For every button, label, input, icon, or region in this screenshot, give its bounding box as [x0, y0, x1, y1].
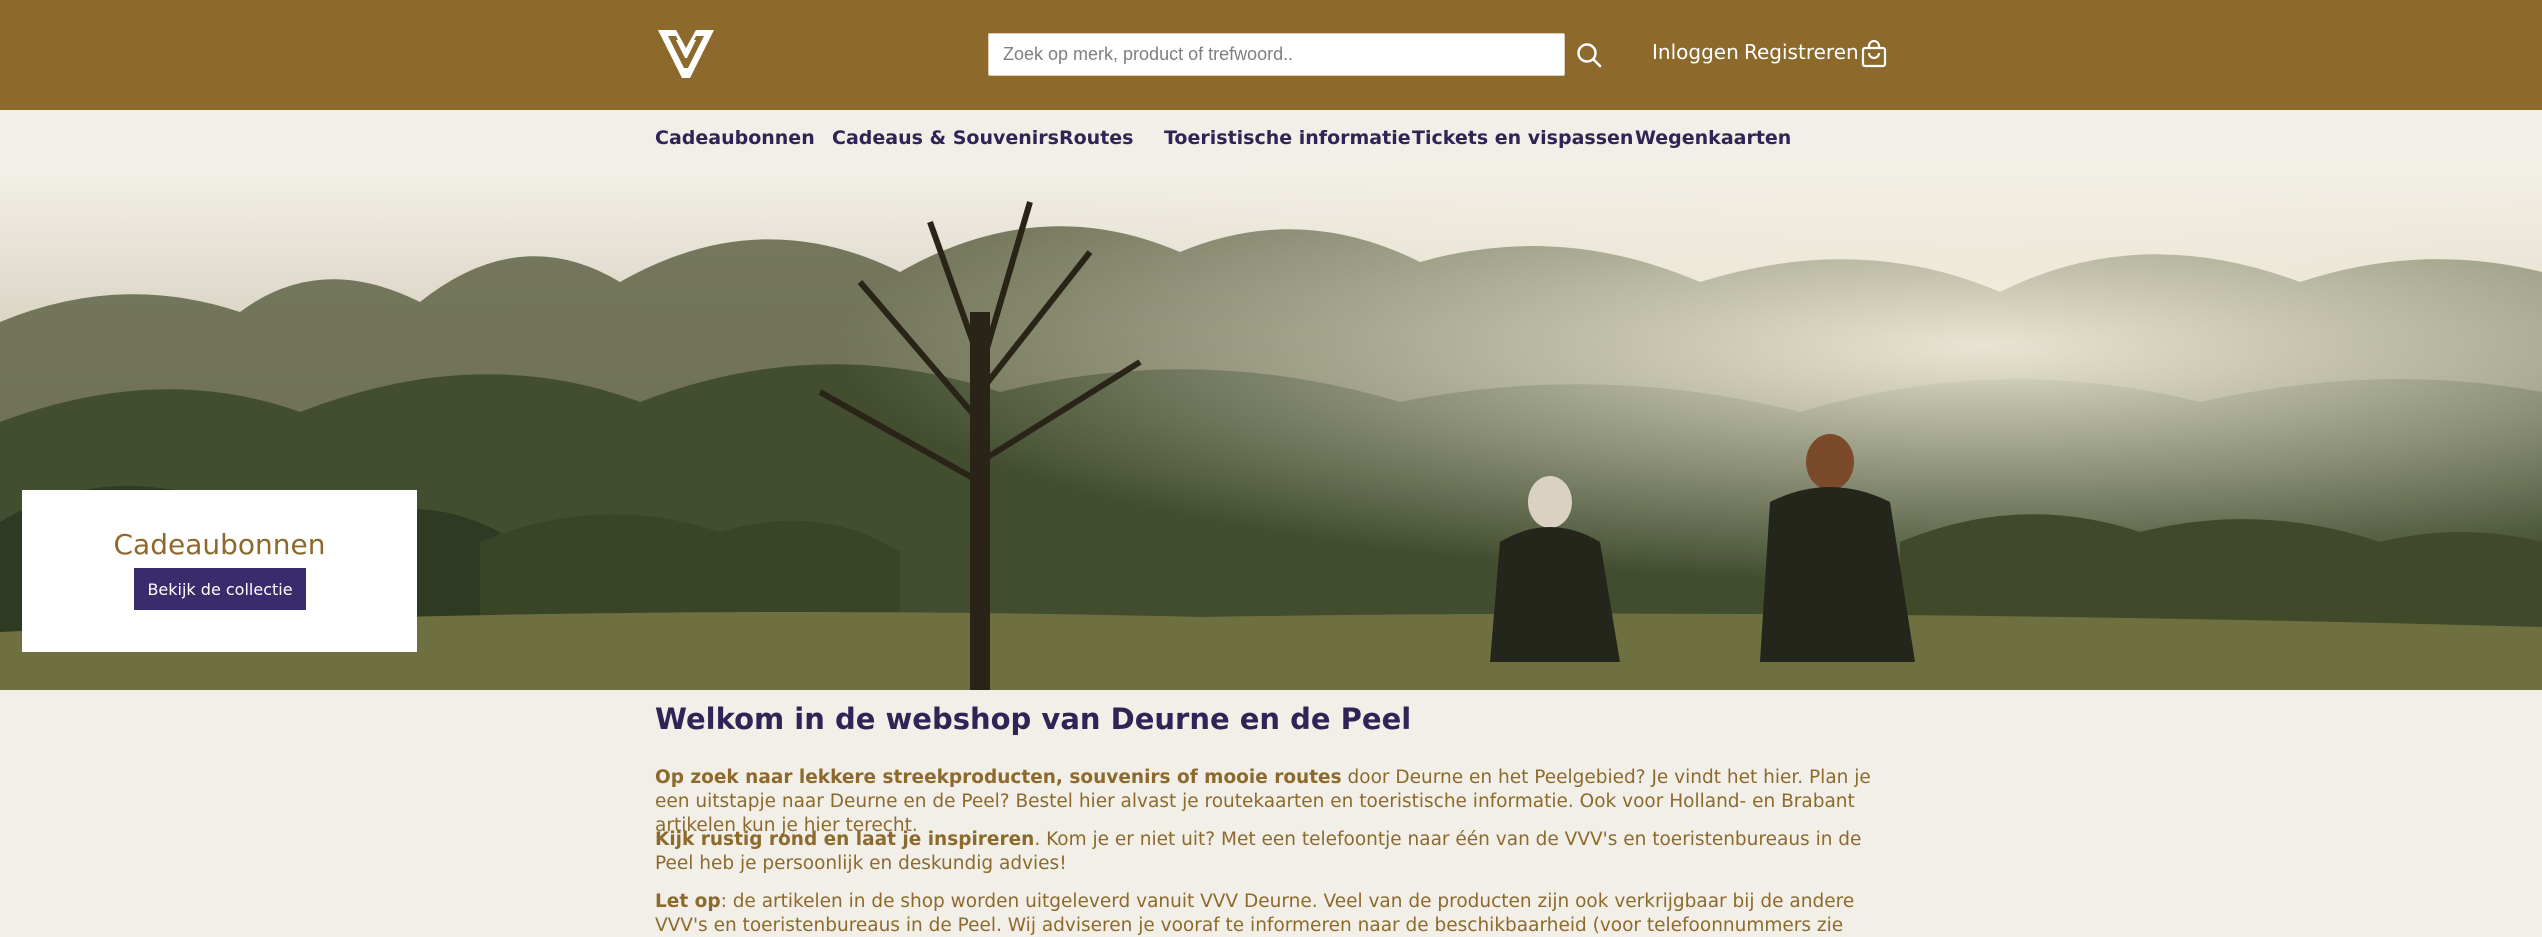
- view-collection-button[interactable]: Bekijk de collectie: [134, 568, 306, 610]
- search-icon[interactable]: [1574, 40, 1604, 70]
- category-nav: Cadeaubonnen Cadeaus & Souvenirs Routes …: [0, 110, 2542, 162]
- site-header: Inloggen Registreren: [0, 0, 2542, 110]
- welcome-section: Welkom in de webshop van Deurne en de Pe…: [655, 700, 1895, 936]
- hero-slider[interactable]: Cadeaubonnen Bekijk de collectie: [0, 162, 2542, 690]
- nav-item-cadeaus-souvenirs[interactable]: Cadeaus & Souvenirs: [832, 127, 1059, 149]
- vvv-logo-icon[interactable]: [654, 26, 718, 82]
- search-input[interactable]: [988, 33, 1565, 76]
- page-title: Welkom in de webshop van Deurne en de Pe…: [655, 702, 1412, 736]
- notice-paragraph: Let op: de artikelen in de shop worden u…: [655, 890, 1895, 937]
- login-link[interactable]: Inloggen: [1652, 40, 1739, 64]
- promo-title: Cadeaubonnen: [113, 528, 326, 561]
- inspire-bold: Kijk rustig rond en laat je inspireren: [655, 829, 1035, 850]
- nav-item-toeristische-informatie[interactable]: Toeristische informatie: [1164, 127, 1411, 149]
- notice-text: : de artikelen in de shop worden uitgele…: [655, 891, 1855, 936]
- shopping-bag-icon[interactable]: [1860, 40, 1888, 68]
- nav-item-wegenkaarten[interactable]: Wegenkaarten: [1635, 127, 1791, 149]
- register-link[interactable]: Registreren: [1744, 40, 1859, 64]
- notice-bold: Let op: [655, 891, 721, 912]
- inspire-paragraph: Kijk rustig rond en laat je inspireren. …: [655, 828, 1895, 876]
- intro-bold: Op zoek naar lekkere streekproducten, so…: [655, 767, 1342, 788]
- promo-card: Cadeaubonnen Bekijk de collectie: [22, 490, 417, 652]
- nav-item-tickets-vispassen[interactable]: Tickets en vispassen: [1412, 127, 1633, 149]
- nav-item-routes[interactable]: Routes: [1059, 127, 1134, 149]
- nav-item-cadeaubonnen[interactable]: Cadeaubonnen: [655, 127, 815, 149]
